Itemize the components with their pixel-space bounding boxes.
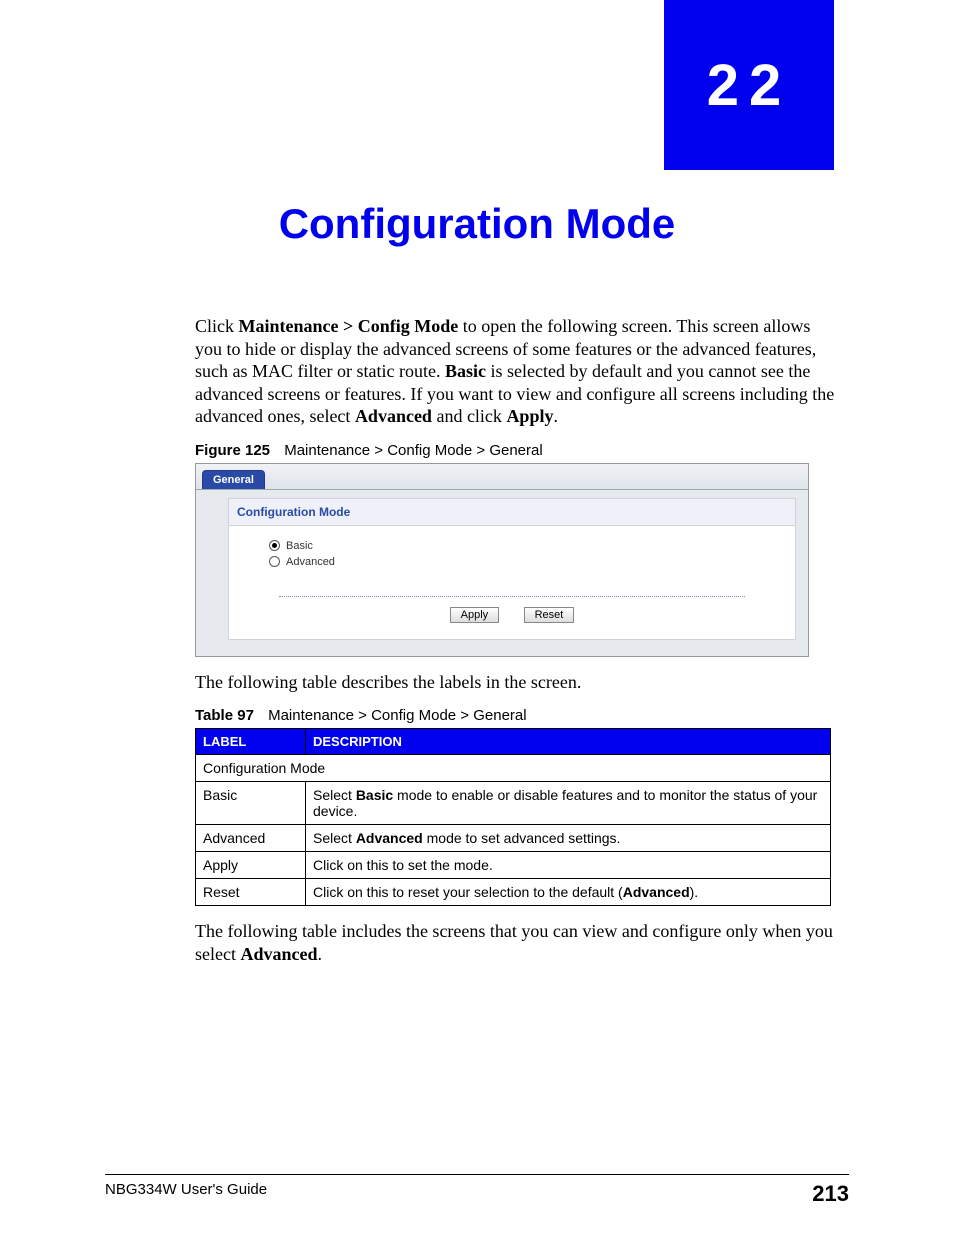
intro-text: and click [432,406,506,426]
table-section-row: Configuration Mode [196,755,831,782]
radio-advanced[interactable]: Advanced [269,556,765,568]
after-table-run: . [318,944,323,964]
figure-caption-text: Maintenance > Config Mode > General [284,442,543,459]
desc-text: Click on this to set the mode. [313,857,493,873]
table-row: Advanced Select Advanced mode to set adv… [196,825,831,852]
row-label: Advanced [196,825,306,852]
footer-page-number: 213 [812,1181,849,1207]
chapter-number-box: 22 [664,0,834,170]
desc-text: Click on this to reset your selection to… [313,884,623,900]
desc-text: Select [313,787,356,803]
figure-caption: Figure 125 Maintenance > Config Mode > G… [195,442,835,459]
desc-bold: Advanced [356,830,423,846]
table-row: Basic Select Basic mode to enable or dis… [196,782,831,825]
reset-button[interactable]: Reset [524,607,575,623]
section-cell: Configuration Mode [196,755,831,782]
radio-group: Basic Advanced [229,526,795,586]
radio-icon [269,540,280,551]
desc-bold: Basic [356,787,393,803]
intro-text: . [553,406,558,426]
config-panel: Configuration Mode Basic Advanced Apply … [228,498,796,640]
button-row: Apply Reset [229,605,795,639]
table-header-row: LABEL DESCRIPTION [196,729,831,755]
radio-basic-label: Basic [286,540,313,552]
row-desc: Click on this to reset your selection to… [306,879,831,906]
header-description: DESCRIPTION [306,729,831,755]
radio-basic[interactable]: Basic [269,540,765,552]
radio-advanced-label: Advanced [286,556,335,568]
after-figure-text: The following table describes the labels… [195,671,835,694]
row-desc: Select Basic mode to enable or disable f… [306,782,831,825]
row-label: Reset [196,879,306,906]
row-desc: Select Advanced mode to set advanced set… [306,825,831,852]
table-caption: Table 97 Maintenance > Config Mode > Gen… [195,707,835,724]
config-screenshot: General Configuration Mode Basic Advance… [195,463,809,657]
desc-bold: Advanced [623,884,690,900]
table-row: Apply Click on this to set the mode. [196,852,831,879]
intro-text: Click [195,316,239,336]
intro-basic: Basic [445,361,486,381]
table-label: Table 97 [195,707,254,724]
intro-advanced: Advanced [355,406,432,426]
intro-nav: Maintenance > Config Mode [239,316,459,336]
desc-text: mode to set advanced settings. [423,830,621,846]
row-label: Apply [196,852,306,879]
desc-text: Select [313,830,356,846]
table-caption-text: Maintenance > Config Mode > General [268,707,527,724]
figure-label: Figure 125 [195,442,270,459]
tab-row: General [196,464,808,490]
after-table-text: The following table includes the screens… [195,920,835,965]
chapter-number: 22 [707,52,792,119]
row-desc: Click on this to set the mode. [306,852,831,879]
after-table-bold: Advanced [240,944,317,964]
intro-apply: Apply [506,406,553,426]
section-heading: Configuration Mode [229,499,795,526]
intro-paragraph: Click Maintenance > Config Mode to open … [195,315,835,428]
radio-icon [269,556,280,567]
divider [279,596,745,597]
description-table: LABEL DESCRIPTION Configuration Mode Bas… [195,728,831,906]
footer-guide: NBG334W User's Guide [105,1181,267,1207]
chapter-title: Configuration Mode [0,200,954,248]
table-row: Reset Click on this to reset your select… [196,879,831,906]
header-label: LABEL [196,729,306,755]
tab-general[interactable]: General [202,470,265,489]
row-label: Basic [196,782,306,825]
page-footer: NBG334W User's Guide 213 [105,1174,849,1207]
desc-text: ). [690,884,699,900]
apply-button[interactable]: Apply [450,607,500,623]
